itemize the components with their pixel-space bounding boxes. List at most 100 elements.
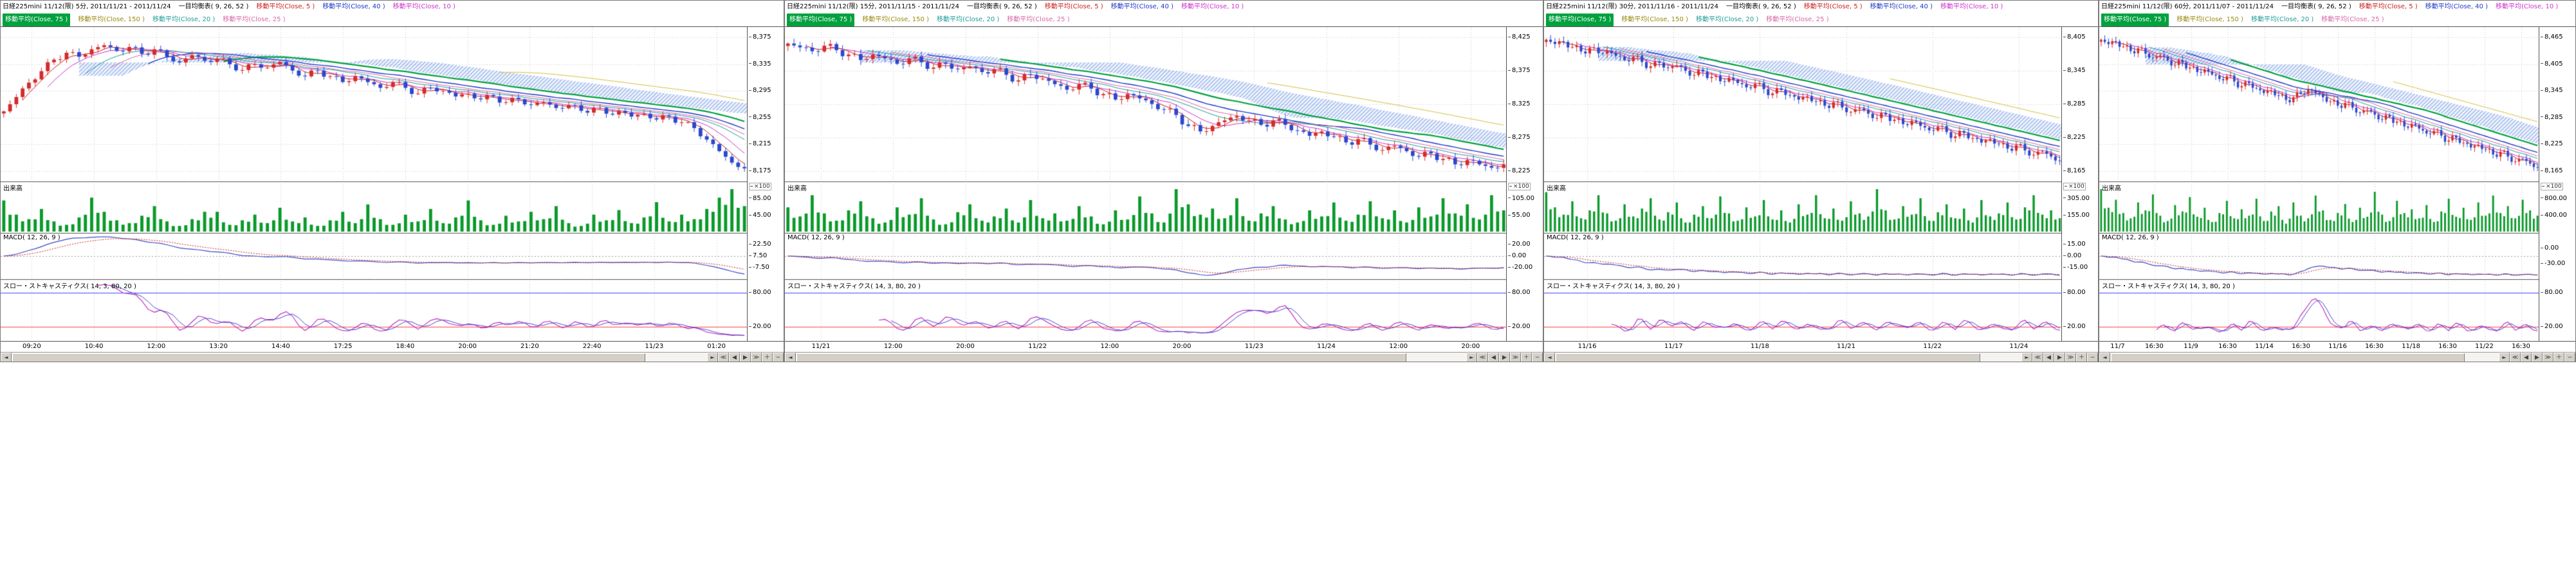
toolbar-back-button[interactable]: ◀ xyxy=(1488,353,1499,362)
chart-header-row1: 日経225mini 11/12(限) 60分, 2011/11/07 - 201… xyxy=(2099,1,2575,14)
toolbar-fast-back-button[interactable]: ≪ xyxy=(718,353,729,362)
time-axis-label: 11/22 xyxy=(1923,343,1942,350)
time-axis-label: 12:00 xyxy=(1100,343,1119,350)
scrollbar-thumb[interactable] xyxy=(1556,353,1980,362)
toolbar-zoom-in-button[interactable]: ＋ xyxy=(2076,353,2087,362)
time-axis-label: 11/18 xyxy=(1751,343,1769,350)
scroll-left-button[interactable]: ◄ xyxy=(785,353,796,362)
toolbar-fast-back-button[interactable]: ≪ xyxy=(2032,353,2043,362)
time-axis-label: 16:30 xyxy=(2512,343,2530,350)
price-axis-label: 8,335 xyxy=(749,61,771,68)
chart-plot-area: 出来高 MACD( 12, 26, 9 ) スロー・ストキャスティクス( 14,… xyxy=(2099,27,2539,341)
toolbar-fast-back-button[interactable]: ≪ xyxy=(2510,353,2521,362)
scrollbar-thumb[interactable] xyxy=(796,353,1406,362)
value-axis: 8,3758,3358,2958,2558,2158,175×10085.004… xyxy=(747,27,784,341)
toolbar-back-button[interactable]: ◀ xyxy=(2043,353,2054,362)
volume-axis-label: 105.00 xyxy=(1508,196,1534,202)
legend-item: 移動平均(Close, 40 ) xyxy=(2425,1,2488,14)
toolbar-zoom-out-button[interactable]: − xyxy=(2564,353,2575,362)
volume-axis-label: 305.00 xyxy=(2063,196,2090,202)
time-axis-label: 11/9 xyxy=(2184,343,2198,350)
chart-canvas[interactable] xyxy=(1544,27,2062,341)
time-axis-label: 11/24 xyxy=(1317,343,1336,350)
toolbar-back-button[interactable]: ◀ xyxy=(2521,353,2532,362)
scrollbar-thumb[interactable] xyxy=(2111,353,2465,362)
toolbar-zoom-in-button[interactable]: ＋ xyxy=(1521,353,1532,362)
volume-axis-label: 400.00 xyxy=(2541,212,2567,219)
time-axis-label: 01:20 xyxy=(707,343,726,350)
price-axis-label: 8,225 xyxy=(2063,134,2086,141)
chart-canvas[interactable] xyxy=(785,27,1507,341)
scroll-right-button[interactable]: ► xyxy=(2021,353,2032,362)
chart-header: 日経225mini 11/12(限) 30分, 2011/11/16 - 201… xyxy=(1544,1,2098,27)
volume-axis-label: 800.00 xyxy=(2541,196,2567,202)
chart-header-row1: 日経225mini 11/12(限) 15分, 2011/11/15 - 201… xyxy=(785,1,1543,14)
legend-item: 移動平均(Close, 20 ) xyxy=(2251,14,2314,26)
scroll-left-button[interactable]: ◄ xyxy=(1544,353,1555,362)
chart-canvas[interactable] xyxy=(2099,27,2539,341)
price-axis-label: 8,165 xyxy=(2541,168,2563,174)
toolbar-zoom-out-button[interactable]: − xyxy=(2087,353,2098,362)
volume-axis-label: 85.00 xyxy=(749,196,771,202)
scroll-right-button[interactable]: ► xyxy=(707,353,718,362)
price-axis-label: 8,225 xyxy=(2541,141,2563,147)
toolbar-fast-forward-button[interactable]: ≫ xyxy=(1510,353,1521,362)
stochastics-axis-label: 80.00 xyxy=(2063,290,2086,296)
macd-axis-label: -20.00 xyxy=(1508,264,1532,271)
chart-body: 出来高 MACD( 12, 26, 9 ) スロー・ストキャスティクス( 14,… xyxy=(785,27,1543,341)
scroll-right-button[interactable]: ► xyxy=(1466,353,1477,362)
time-axis-label: 17:25 xyxy=(334,343,353,350)
chart-header-row2: 移動平均(Close, 75 )移動平均(Close, 150 )移動平均(Cl… xyxy=(785,14,1543,26)
scrollbar-track[interactable] xyxy=(1555,353,2021,362)
toolbar-forward-button[interactable]: ▶ xyxy=(2532,353,2543,362)
macd-axis-label: 0.00 xyxy=(2541,245,2559,252)
toolbar-fast-back-button[interactable]: ≪ xyxy=(1477,353,1488,362)
price-axis-label: 8,425 xyxy=(1508,34,1531,41)
toolbar-back-button[interactable]: ◀ xyxy=(729,353,740,362)
chart-header-row2: 移動平均(Close, 75 )移動平均(Close, 150 )移動平均(Cl… xyxy=(1544,14,2098,26)
toolbar-forward-button[interactable]: ▶ xyxy=(2054,353,2065,362)
toolbar-zoom-in-button[interactable]: ＋ xyxy=(2553,353,2564,362)
stochastics-axis-label: 80.00 xyxy=(749,290,771,296)
time-axis-label: 21:20 xyxy=(520,343,539,350)
toolbar-zoom-out-button[interactable]: − xyxy=(773,353,784,362)
time-axis-label: 11/23 xyxy=(1245,343,1264,350)
chart-header: 日経225mini 11/12(限) 60分, 2011/11/07 - 201… xyxy=(2099,1,2575,27)
time-axis-label: 11/22 xyxy=(1028,343,1047,350)
time-axis-label: 18:40 xyxy=(396,343,414,350)
price-axis-label: 8,465 xyxy=(2541,34,2563,41)
chart-window: 日経225mini 11/12(限) 15分, 2011/11/15 - 201… xyxy=(784,0,1543,362)
scrollbar-track[interactable] xyxy=(2110,353,2499,362)
toolbar-zoom-in-button[interactable]: ＋ xyxy=(762,353,773,362)
macd-axis-label: -15.00 xyxy=(2063,264,2088,271)
macd-axis-label: -7.50 xyxy=(749,264,769,271)
time-axis-label: 12:00 xyxy=(1389,343,1408,350)
scrollbar-track[interactable] xyxy=(12,353,707,362)
toolbar-fast-forward-button[interactable]: ≫ xyxy=(2543,353,2553,362)
scrollbar-track[interactable] xyxy=(796,353,1466,362)
toolbar-forward-button[interactable]: ▶ xyxy=(1499,353,1510,362)
toolbar-fast-forward-button[interactable]: ≫ xyxy=(751,353,762,362)
time-axis-label: 13:20 xyxy=(209,343,228,350)
time-axis: 11/716:3011/916:3011/1416:3011/1616:3011… xyxy=(2099,341,2575,352)
chart-workspace: 日経225mini 11/12(限) 5分, 2011/11/21 - 2011… xyxy=(0,0,2576,362)
legend-item: 移動平均(Close, 40 ) xyxy=(1111,1,1173,14)
chart-canvas[interactable] xyxy=(1,27,748,341)
volume-unit-label: ×100 xyxy=(749,183,771,190)
time-axis-label: 11/17 xyxy=(1664,343,1683,350)
horizontal-scrollbar: ◄ ► ≪◀▶≫＋− xyxy=(1544,352,2098,362)
scroll-left-button[interactable]: ◄ xyxy=(1,353,12,362)
legend-item: 移動平均(Close, 75 ) xyxy=(1546,14,1614,26)
legend-item: 一目均衡表( 9, 26, 52 ) xyxy=(2281,1,2351,14)
value-axis: 8,4658,4058,3458,2858,2258,165×100800.00… xyxy=(2539,27,2575,341)
chart-body: 出来高 MACD( 12, 26, 9 ) スロー・ストキャスティクス( 14,… xyxy=(2099,27,2575,341)
toolbar-fast-forward-button[interactable]: ≫ xyxy=(2065,353,2076,362)
chart-title: 日経225mini 11/12(限) 30分, 2011/11/16 - 201… xyxy=(1546,1,1718,14)
scrollbar-thumb[interactable] xyxy=(12,353,645,362)
scroll-right-button[interactable]: ► xyxy=(2499,353,2510,362)
legend-item: 移動平均(Close, 5 ) xyxy=(1804,1,1863,14)
scroll-left-button[interactable]: ◄ xyxy=(2099,353,2110,362)
toolbar-forward-button[interactable]: ▶ xyxy=(740,353,751,362)
toolbar-zoom-out-button[interactable]: − xyxy=(1532,353,1543,362)
price-axis-label: 8,255 xyxy=(749,115,771,121)
